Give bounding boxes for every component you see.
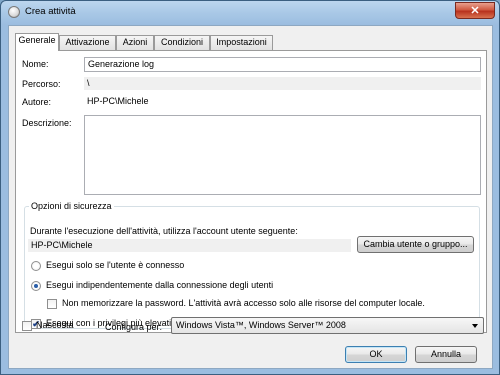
tab-generale[interactable]: Generale [15,33,59,51]
do-not-store-password-checkbox[interactable] [47,299,57,309]
tab-condizioni[interactable]: Condizioni [154,35,210,50]
do-not-store-password-label: Non memorizzare la password. L'attività … [62,298,425,308]
security-options-legend: Opzioni di sicurezza [31,201,112,211]
tab-panel-generale: Nome: Generazione log Percorso: \ Autore… [15,50,487,333]
configure-for-select[interactable]: Windows Vista™, Windows Server™ 2008 [171,317,484,334]
dialog-client-area: Generale Attivazione Azioni Condizioni I… [8,25,493,369]
run-only-logged-on-radio[interactable] [31,261,41,271]
name-label: Nome: [22,59,49,69]
run-independent-radio[interactable] [31,281,41,291]
account-prompt: Durante l'esecuzione dell'attività, util… [30,226,298,236]
author-value: HP-PC\Michele [84,95,481,108]
account-value: HP-PC\Michele [28,239,351,252]
task-scheduler-icon [8,6,20,18]
run-independent-label: Esegui indipendentemente dalla connessio… [46,280,274,290]
close-button[interactable]: ✕ [455,2,495,19]
change-user-button[interactable]: Cambia utente o gruppo... [357,236,474,253]
path-label: Percorso: [22,79,61,89]
window-title: Crea attività [25,6,76,17]
ok-button[interactable]: OK [345,346,407,363]
close-icon: ✕ [470,5,480,17]
chevron-down-icon [472,324,478,328]
description-field[interactable] [84,115,481,195]
tab-azioni[interactable]: Azioni [116,35,154,50]
run-only-logged-on-label: Esegui solo se l'utente è connesso [46,260,185,270]
tab-impostazioni[interactable]: Impostazioni [210,35,273,50]
description-label: Descrizione: [22,118,72,128]
title-bar[interactable]: Crea attività ✕ [1,1,500,25]
hidden-checkbox[interactable] [22,321,32,331]
cancel-button[interactable]: Annulla [415,346,477,363]
name-field[interactable]: Generazione log [84,57,481,72]
path-value: \ [84,77,481,90]
author-label: Autore: [22,97,52,107]
dialog-window: Crea attività ✕ Generale Attivazione Azi… [0,0,500,375]
tab-attivazione[interactable]: Attivazione [59,35,116,50]
configure-for-value: Windows Vista™, Windows Server™ 2008 [176,320,346,330]
configure-for-label: Configura per: [105,322,163,332]
hidden-label: Nascosta [36,320,74,330]
